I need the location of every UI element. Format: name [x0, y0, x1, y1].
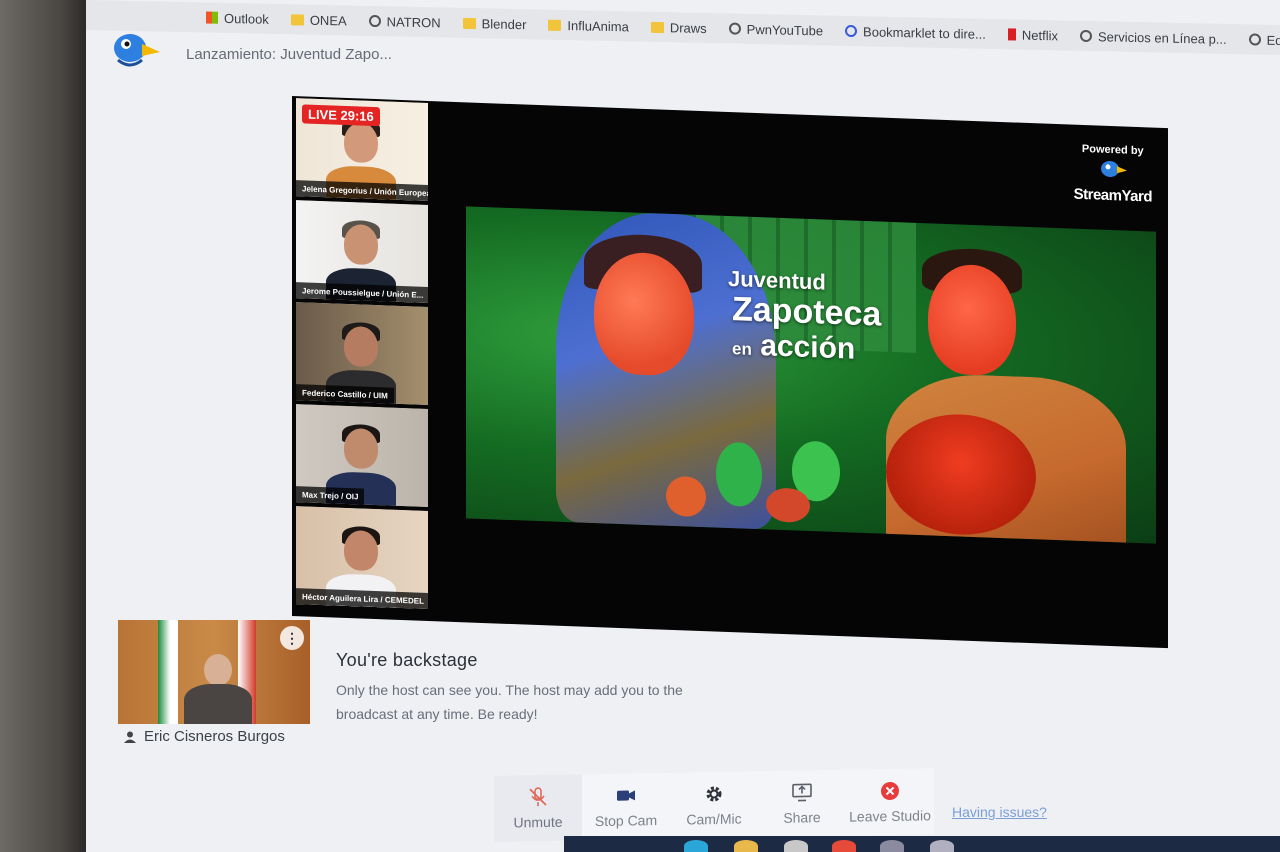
- mic-off-icon: [529, 787, 547, 807]
- taskbar-app-icon[interactable]: [880, 840, 904, 852]
- broadcast-stage: LIVE 29:16 Jelena Gregorius / Unión Euro…: [292, 96, 1168, 649]
- os-taskbar: [564, 836, 1280, 852]
- leave-studio-button[interactable]: Leave Studio: [846, 768, 934, 836]
- globe-icon: [368, 14, 381, 28]
- camera-icon: [617, 790, 635, 801]
- powered-by-streamyard: Powered by StreamYard: [1073, 142, 1152, 206]
- studio-toolbar: Unmute Stop Cam Cam/Mic Share Leave Stud…: [494, 768, 938, 842]
- folder-icon: [548, 19, 562, 31]
- shared-poster-image: Juventud Zapoteca en acción: [466, 206, 1156, 544]
- share-button[interactable]: Share: [758, 769, 846, 838]
- participant-column: LIVE 29:16 Jelena Gregorius / Unión Euro…: [296, 98, 446, 612]
- participant-tile[interactable]: Federico Castillo / UIM: [296, 302, 428, 405]
- folder-icon: [290, 13, 304, 26]
- bookmark-onea[interactable]: ONEA: [290, 12, 347, 28]
- gear-icon: [706, 786, 722, 802]
- taskbar-app-icon[interactable]: [784, 840, 808, 852]
- streamyard-logo-icon[interactable]: [110, 30, 160, 70]
- taskbar-app-icon[interactable]: [684, 840, 708, 852]
- backstage-heading: You're backstage: [336, 650, 478, 670]
- participant-tile[interactable]: Max Trejo / OIJ: [296, 404, 428, 507]
- taskbar-app-icon[interactable]: [930, 840, 954, 852]
- backstage-message: Only the host can see you. The host may …: [336, 682, 683, 722]
- browser-screen: Outlook ONEA NATRON Blender InfluAnima D…: [86, 0, 1280, 852]
- participant-name: Jerome Poussielgue / Unión E...: [296, 282, 428, 303]
- participant-tile[interactable]: Jerome Poussielgue / Unión E...: [296, 200, 428, 303]
- poster-headline: Juventud Zapoteca en acción: [728, 265, 882, 366]
- studio-header: Lanzamiento: Juventud Zapo...: [86, 30, 1280, 82]
- broadcast-title: Lanzamiento: Juventud Zapo...: [186, 46, 392, 63]
- streamyard-bird-icon: [1100, 160, 1127, 177]
- folder-icon[interactable]: [734, 840, 758, 852]
- folder-icon: [462, 17, 476, 29]
- participant-name: Jelena Gregorius / Unión Europea: [296, 180, 428, 201]
- live-timer-badge: LIVE 29:16: [302, 104, 380, 127]
- bookmark-outlook[interactable]: Outlook: [206, 10, 269, 26]
- monitor-bezel: [0, 0, 100, 852]
- microsoft-icon: [206, 11, 218, 24]
- participant-name: Héctor Aguilera Lira / CEMEDEL: [296, 588, 428, 609]
- self-camera-preview[interactable]: ⋮: [118, 620, 310, 724]
- having-issues-link[interactable]: Having issues?: [952, 804, 1047, 820]
- person-icon: [124, 731, 136, 743]
- self-name-label: Eric Cisneros Burgos: [124, 728, 285, 745]
- stop-cam-button[interactable]: Stop Cam: [582, 772, 670, 841]
- participant-tile[interactable]: Héctor Aguilera Lira / CEMEDEL: [296, 506, 428, 609]
- close-circle-icon: [881, 781, 899, 800]
- cam-mic-settings-button[interactable]: Cam/Mic: [670, 771, 758, 839]
- chrome-icon[interactable]: [832, 840, 856, 852]
- unmute-button[interactable]: Unmute: [494, 774, 582, 842]
- participant-tile[interactable]: LIVE 29:16 Jelena Gregorius / Unión Euro…: [296, 98, 428, 201]
- more-options-icon[interactable]: ⋮: [280, 626, 304, 650]
- bookmark-natron[interactable]: NATRON: [368, 13, 441, 30]
- participant-name: Max Trejo / OIJ: [296, 486, 365, 505]
- share-screen-icon: [792, 783, 812, 802]
- participant-name: Federico Castillo / UIM: [296, 384, 394, 404]
